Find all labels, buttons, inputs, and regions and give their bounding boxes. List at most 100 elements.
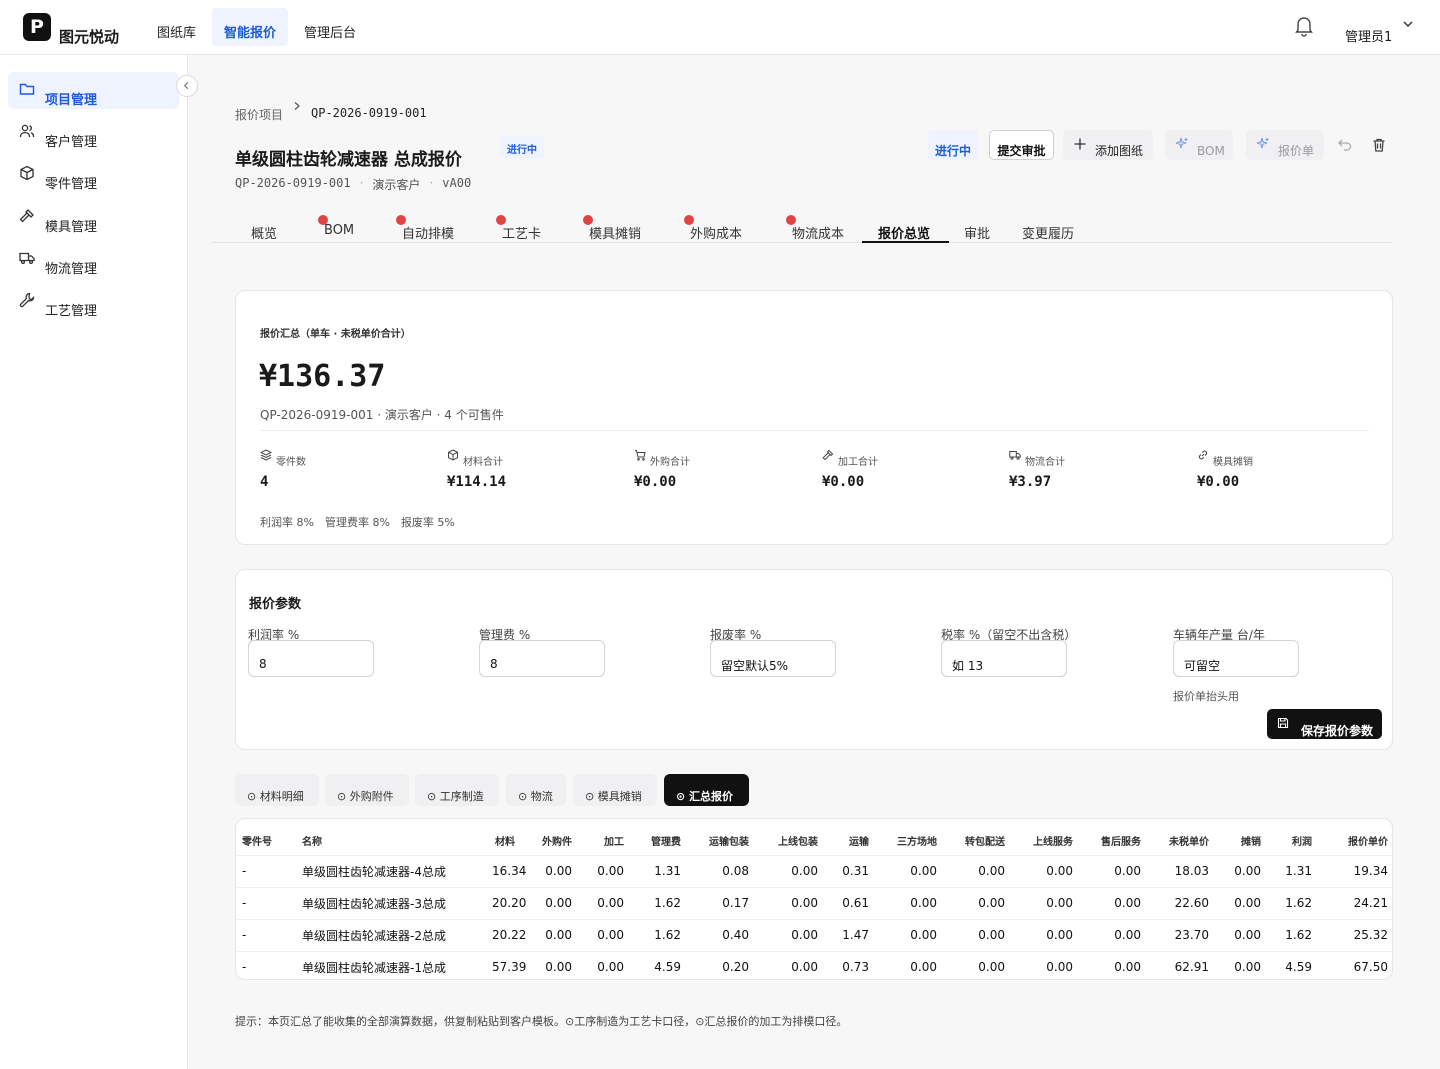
top-bar: P 图元悦动 图纸库 智能报价 管理后台 管理员1	[0, 0, 1440, 55]
table-cell: 0.08	[722, 864, 749, 878]
plus-icon	[1074, 138, 1086, 150]
column-header[interactable]: 运输	[824, 827, 875, 855]
status-badge: 进行中	[500, 136, 544, 158]
table-cell: 19.34	[1353, 864, 1388, 878]
sidebar-collapse-button[interactable]	[176, 75, 198, 97]
table-cell: 0.00	[545, 864, 572, 878]
tab-auto-nesting[interactable]: 自动排模	[396, 212, 458, 243]
column-header[interactable]: 管理费	[630, 827, 687, 855]
logo-icon[interactable]: P	[23, 13, 51, 41]
scrap-rate-input[interactable]: 留空默认5%	[710, 640, 836, 677]
table-cell: -	[242, 864, 247, 878]
column-header[interactable]: 上线包装	[755, 827, 824, 855]
sidebar-item-projects[interactable]: 项目管理	[8, 72, 179, 109]
table-cell: 22.60	[1174, 896, 1209, 910]
subtab-material-detail[interactable]: ⊙ 材料明细	[235, 774, 319, 806]
tab-quote-overview[interactable]: 报价总览	[862, 212, 949, 243]
sidebar-item-parts[interactable]: 零件管理	[8, 156, 179, 193]
params-title: 报价参数	[249, 597, 302, 612]
profit-rate-input[interactable]: 8	[248, 640, 374, 677]
table-cell: 0.40	[722, 928, 749, 942]
wrench-icon	[19, 292, 35, 308]
table-cell: 0.73	[842, 960, 869, 975]
summary-quote-table: 零件号 名称 材料 外购件 加工 管理费 运输包装 上线包装 运输 三方场地 转…	[236, 827, 1392, 979]
column-header[interactable]: 零件号	[236, 827, 296, 855]
column-header[interactable]: 外购件	[521, 827, 578, 855]
app-name[interactable]: 图元悦动	[59, 26, 119, 47]
hammer-icon	[822, 449, 834, 461]
column-header[interactable]: 上线服务	[1011, 827, 1079, 855]
table-row[interactable]: - 单级圆柱齿轮减速器-4总成 16.34 0.00 0.00 1.31 0.08 0.00 0…	[236, 855, 1392, 887]
subtab-mold-amortization[interactable]: ⊙ 模具摊销	[573, 774, 657, 806]
column-header[interactable]: 未税单价	[1147, 827, 1215, 855]
tab-logistics-cost[interactable]: 物流成本	[786, 212, 850, 243]
table-cell: 0.00	[597, 960, 624, 975]
tab-mold-amortization[interactable]: 模具摊销	[583, 212, 647, 243]
column-header[interactable]: 报价单价	[1318, 827, 1392, 855]
sidebar-item-molds[interactable]: 模具管理	[8, 199, 179, 236]
table-cell: 0.00	[978, 896, 1005, 910]
column-header[interactable]: 转包配送	[943, 827, 1011, 855]
tab-approval[interactable]: 审批	[964, 212, 994, 243]
tab-process-card[interactable]: 工艺卡	[496, 212, 546, 243]
table-cell: 0.00	[1234, 960, 1261, 975]
annual-volume-input[interactable]: 可留空	[1173, 640, 1299, 677]
subtab-process-manufacturing[interactable]: ⊙ 工序制造	[415, 774, 499, 806]
tab-overview[interactable]: 概览	[251, 212, 281, 243]
add-drawing-button[interactable]: 添加图纸	[1063, 130, 1153, 160]
table-cell: 24.21	[1353, 896, 1388, 910]
box-icon	[448, 449, 458, 461]
nav-admin[interactable]: 管理后台	[292, 8, 368, 46]
tab-purchase-cost[interactable]: 外购成本	[684, 212, 748, 243]
save-params-button[interactable]: 保存报价参数	[1267, 709, 1382, 739]
bom-button[interactable]: BOM	[1165, 130, 1233, 160]
sidebar-item-logistics[interactable]: 物流管理	[8, 241, 179, 278]
management-rate: 管理费率 8%	[324, 516, 390, 529]
column-header[interactable]: 摊销	[1215, 827, 1267, 855]
table-cell: 1.62	[654, 928, 681, 942]
table-cell: -	[242, 960, 247, 975]
column-header[interactable]: 名称	[296, 827, 486, 855]
chevron-down-icon[interactable]	[1402, 18, 1414, 30]
table-row[interactable]: - 单级圆柱齿轮减速器-3总成 20.20 0.00 0.00 1.62 0.17 0.00 0…	[236, 887, 1392, 919]
column-header[interactable]: 材料	[486, 827, 521, 855]
truck-icon	[1009, 451, 1021, 460]
management-fee-input[interactable]: 8	[479, 640, 605, 677]
column-header[interactable]: 售后服务	[1079, 827, 1147, 855]
tab-change-history[interactable]: 变更履历	[1022, 212, 1080, 243]
table-cell: 1.62	[1285, 928, 1312, 942]
submit-approval-button[interactable]: 提交审批	[989, 130, 1054, 160]
subtab-logistics[interactable]: ⊙ 物流	[506, 774, 566, 806]
nav-smart-quote[interactable]: 智能报价	[212, 8, 289, 46]
column-header[interactable]: 运输包装	[687, 827, 755, 855]
table-cell: 0.00	[597, 864, 624, 878]
sidebar-item-process[interactable]: 工艺管理	[8, 283, 179, 320]
subtab-summary-quote[interactable]: ⊙ 汇总报价	[664, 774, 749, 806]
subtab-purchased-parts[interactable]: ⊙ 外购附件	[325, 774, 409, 806]
sidebar-item-label: 客户管理	[45, 135, 98, 150]
table-cell: 1.62	[654, 896, 681, 910]
status-indicator: 进行中	[928, 130, 978, 160]
sidebar-item-customers[interactable]: 客户管理	[8, 114, 179, 151]
tax-rate-input[interactable]: 如 13	[941, 640, 1067, 677]
bell-icon[interactable]	[1294, 15, 1314, 37]
column-header[interactable]: 利润	[1267, 827, 1318, 855]
user-menu[interactable]: 管理员1	[1345, 26, 1392, 45]
table-row[interactable]: - 单级圆柱齿轮减速器-2总成 20.22 0.00 0.00 1.62 0.40 0.00 1…	[236, 919, 1392, 951]
undo-icon[interactable]	[1337, 137, 1353, 153]
quote-sheet-button[interactable]: 报价单	[1246, 130, 1324, 160]
table-cell: 0.00	[1046, 960, 1073, 975]
tab-bom[interactable]: BOM	[318, 212, 359, 243]
nav-drawing-library[interactable]: 图纸库	[145, 8, 208, 46]
table-cell: 0.00	[791, 896, 818, 910]
table-row[interactable]: - 单级圆柱齿轮减速器-1总成 57.39 0.00 0.00 4.59 0.20 0.00 0…	[236, 951, 1392, 979]
breadcrumb-parent[interactable]: 报价项目	[235, 106, 283, 123]
table-cell: 0.20	[722, 960, 749, 975]
sidebar-item-label: 零件管理	[45, 177, 98, 192]
column-header[interactable]: 三方场地	[875, 827, 943, 855]
trash-icon[interactable]	[1371, 137, 1387, 153]
annual-volume-field: 车辆年产量 台/年 可留空	[1173, 626, 1299, 677]
project-tabs: 概览 BOM 自动排模 工艺卡 模具摊销 外购成本 物流成本 报价总览 审批 变…	[235, 212, 1392, 243]
table-cell: 单级圆柱齿轮减速器-3总成	[302, 896, 446, 911]
column-header[interactable]: 加工	[578, 827, 630, 855]
